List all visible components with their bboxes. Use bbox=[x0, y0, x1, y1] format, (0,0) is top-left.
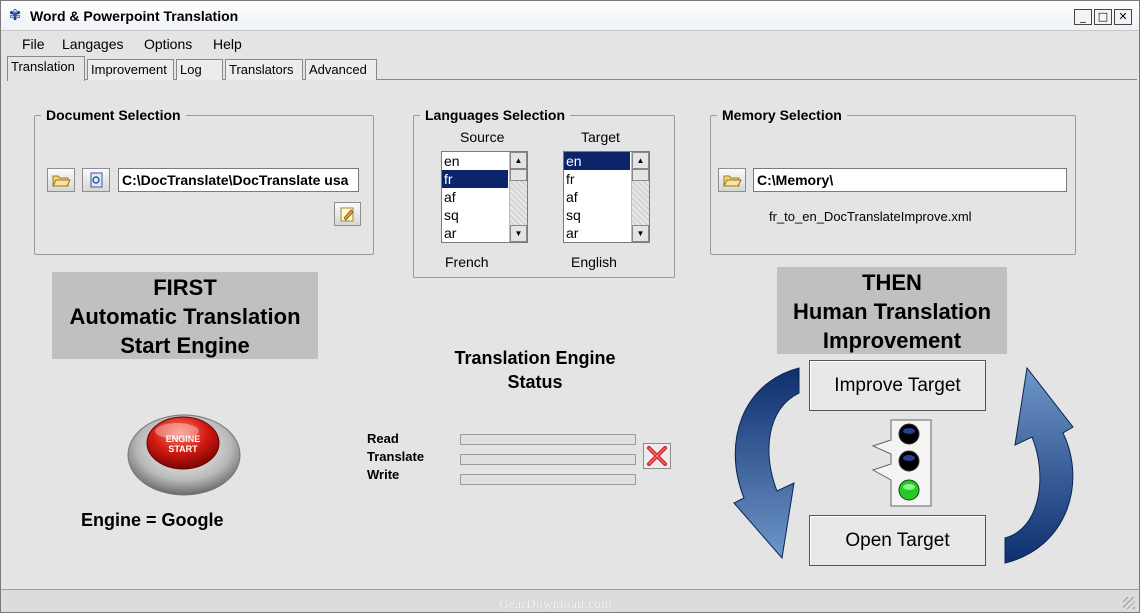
list-item[interactable]: sq bbox=[564, 206, 630, 224]
menu-options[interactable]: Options bbox=[144, 36, 192, 52]
tab-advanced[interactable]: Advanced bbox=[305, 59, 377, 80]
read-progress-bar bbox=[460, 434, 636, 445]
open-folder-icon bbox=[723, 175, 742, 187]
status-title-line2: Status bbox=[507, 372, 563, 392]
minimize-button[interactable]: _ bbox=[1074, 9, 1092, 25]
write-progress-bar bbox=[460, 474, 636, 485]
tab-bar: Translation Improvement Log Translators … bbox=[7, 56, 1137, 81]
memory-selection-group: Memory Selection C:\Memory\ fr_to_en_Doc… bbox=[710, 107, 1076, 255]
scroll-up-icon[interactable]: ▲ bbox=[510, 152, 527, 169]
open-memory-button[interactable] bbox=[718, 168, 746, 192]
list-item[interactable]: sq bbox=[442, 206, 508, 224]
open-folder-icon bbox=[52, 175, 71, 187]
open-target-button[interactable]: Open Target bbox=[809, 515, 986, 566]
memory-file-name: fr_to_en_DocTranslateImprove.xml bbox=[769, 209, 972, 224]
menu-file[interactable]: File bbox=[22, 36, 45, 52]
open-document-button[interactable] bbox=[47, 168, 75, 192]
list-item[interactable]: af bbox=[442, 188, 508, 206]
target-language-name: English bbox=[571, 254, 617, 270]
improve-target-button[interactable]: Improve Target bbox=[809, 360, 986, 411]
maximize-button[interactable]: □ bbox=[1094, 9, 1112, 25]
edit-document-button[interactable] bbox=[334, 202, 361, 226]
target-scrollbar[interactable]: ▲ ▼ bbox=[631, 152, 649, 242]
engine-start-button[interactable]: ENGINE START bbox=[125, 405, 243, 499]
list-item[interactable]: en bbox=[442, 152, 508, 170]
target-header: Target bbox=[581, 129, 620, 145]
source-header: Source bbox=[460, 129, 505, 145]
scroll-down-icon[interactable]: ▼ bbox=[510, 225, 527, 242]
memory-path-field[interactable]: C:\Memory\ bbox=[753, 168, 1067, 192]
menu-langages[interactable]: Langages bbox=[62, 36, 124, 52]
menu-bar: File Langages Options Help bbox=[1, 32, 1139, 56]
write-label: Write bbox=[367, 467, 400, 482]
cancel-button[interactable] bbox=[643, 443, 671, 469]
engine-label: Engine = Google bbox=[81, 510, 224, 530]
languages-selection-title: Languages Selection bbox=[420, 107, 571, 123]
red-x-icon bbox=[647, 446, 667, 466]
list-item[interactable]: fr bbox=[564, 170, 630, 188]
first-banner-line1: FIRST bbox=[153, 275, 217, 300]
document-path-field[interactable]: C:\DocTranslate\DocTranslate usa bbox=[118, 168, 359, 192]
tab-improvement[interactable]: Improvement bbox=[87, 59, 174, 80]
status-title-line1: Translation Engine bbox=[454, 348, 616, 368]
source-language-list[interactable]: en fr af sq ar ▲ ▼ bbox=[441, 151, 528, 243]
list-item-selected[interactable]: en bbox=[564, 152, 630, 170]
app-window: ✾ Word & Powerpoint Translation _ □ ✕ Fi… bbox=[0, 0, 1140, 613]
translate-label: Translate bbox=[367, 449, 425, 464]
resize-grip[interactable] bbox=[1123, 597, 1135, 609]
document-selection-group: Document Selection C:\DocTranslate\DocTr… bbox=[34, 107, 374, 255]
languages-selection-group: Languages Selection Source Target en fr … bbox=[413, 107, 675, 278]
list-item-selected[interactable]: fr bbox=[442, 170, 508, 188]
then-banner-line2: Human Translation bbox=[792, 299, 992, 324]
list-item[interactable]: ar bbox=[442, 224, 508, 242]
title-bar[interactable]: ✾ Word & Powerpoint Translation _ □ ✕ bbox=[1, 1, 1139, 31]
tab-log[interactable]: Log bbox=[176, 59, 223, 80]
right-cycle-arrow bbox=[1004, 366, 1074, 564]
scroll-thumb[interactable] bbox=[632, 169, 649, 181]
status-title: Translation Engine Status bbox=[427, 346, 643, 394]
engine-button-text-line1: ENGINE bbox=[166, 434, 201, 444]
traffic-light-icon bbox=[871, 419, 932, 507]
scroll-thumb[interactable] bbox=[510, 169, 527, 181]
first-banner-line3: Start Engine bbox=[120, 333, 250, 358]
watermark: GearDownload.com bbox=[499, 596, 613, 611]
app-icon: ✾ bbox=[8, 7, 22, 24]
tab-translators[interactable]: Translators bbox=[225, 59, 303, 80]
list-item[interactable]: af bbox=[564, 188, 630, 206]
then-banner-line1: THEN bbox=[862, 270, 922, 295]
target-language-list[interactable]: en fr af sq ar ▲ ▼ bbox=[563, 151, 650, 243]
first-banner: FIRST Automatic Translation Start Engine bbox=[52, 272, 318, 359]
edit-icon bbox=[340, 207, 354, 222]
translate-progress-bar bbox=[460, 454, 636, 465]
read-label: Read bbox=[367, 431, 399, 446]
translation-tab-panel: Document Selection C:\DocTranslate\DocTr… bbox=[7, 80, 1137, 588]
menu-help[interactable]: Help bbox=[213, 36, 242, 52]
memory-selection-title: Memory Selection bbox=[717, 107, 847, 123]
window-title: Word & Powerpoint Translation bbox=[30, 8, 239, 24]
tab-translation[interactable]: Translation bbox=[7, 56, 85, 81]
first-banner-line2: Automatic Translation bbox=[69, 304, 301, 329]
preview-icon bbox=[90, 172, 103, 188]
then-banner-line3: Improvement bbox=[822, 328, 962, 353]
source-language-name: French bbox=[445, 254, 489, 270]
scroll-down-icon[interactable]: ▼ bbox=[632, 225, 649, 242]
then-banner: THEN Human Translation Improvement bbox=[777, 267, 1007, 354]
document-selection-title: Document Selection bbox=[41, 107, 186, 123]
scroll-up-icon[interactable]: ▲ bbox=[632, 152, 649, 169]
preview-document-button[interactable] bbox=[82, 168, 110, 192]
source-scrollbar[interactable]: ▲ ▼ bbox=[509, 152, 527, 242]
engine-button-text-line2: START bbox=[168, 444, 198, 454]
close-button[interactable]: ✕ bbox=[1114, 9, 1132, 25]
list-item[interactable]: ar bbox=[564, 224, 630, 242]
